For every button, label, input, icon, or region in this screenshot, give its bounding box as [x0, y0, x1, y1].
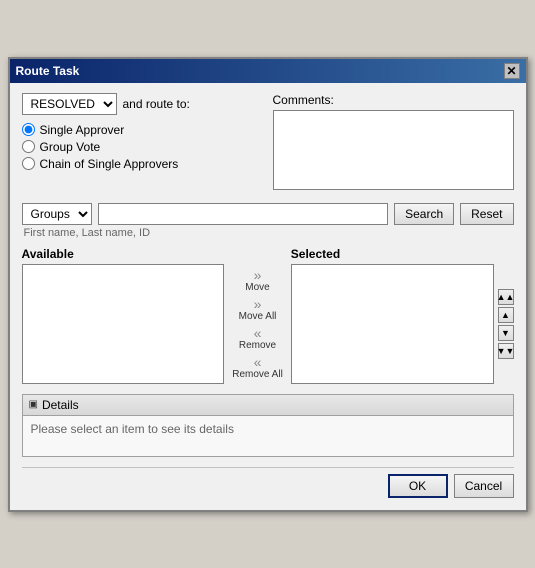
scroll-bottom-button[interactable]: ▼▼: [498, 343, 514, 359]
close-icon: ✕: [506, 64, 516, 78]
search-button[interactable]: Search: [394, 203, 454, 225]
scroll-top-button[interactable]: ▲▲: [498, 289, 514, 305]
list-section: Available » Move » Move All « Remove: [22, 247, 514, 384]
selected-panel: Selected: [291, 247, 494, 384]
move-label: Move: [245, 282, 269, 293]
right-top-panel: Comments:: [273, 93, 514, 193]
radio-group-vote[interactable]: Group Vote: [22, 140, 263, 154]
collapse-icon: ▣: [29, 399, 38, 410]
scroll-down-button[interactable]: ▼: [498, 325, 514, 341]
details-content: Please select an item to see its details: [23, 416, 513, 456]
available-panel: Available: [22, 247, 225, 384]
move-all-icon: »: [254, 297, 262, 311]
status-select[interactable]: RESOLVED OPEN PENDING: [22, 93, 117, 115]
available-label: Available: [22, 247, 225, 261]
radio-single-label: Single Approver: [40, 123, 125, 137]
remove-label: Remove: [239, 340, 276, 351]
comments-textarea[interactable]: [273, 110, 514, 190]
radio-chain[interactable]: Chain of Single Approvers: [22, 157, 263, 171]
selected-label: Selected: [291, 247, 494, 261]
route-row: RESOLVED OPEN PENDING and route to:: [22, 93, 263, 115]
move-icon: »: [254, 268, 262, 282]
dialog-title: Route Task: [16, 64, 80, 78]
move-all-label: Move All: [239, 311, 277, 322]
left-top-panel: RESOLVED OPEN PENDING and route to: Sing…: [22, 93, 263, 193]
search-row: Groups Users Search Reset: [22, 203, 514, 225]
cancel-button[interactable]: Cancel: [454, 474, 514, 498]
title-bar: Route Task ✕: [10, 59, 526, 83]
move-button[interactable]: » Move: [245, 268, 269, 293]
search-input[interactable]: [98, 203, 389, 225]
top-section: RESOLVED OPEN PENDING and route to: Sing…: [22, 93, 514, 193]
search-hint: First name, Last name, ID: [24, 227, 514, 239]
radio-group-label: Group Vote: [40, 140, 101, 154]
search-type-select[interactable]: Groups Users: [22, 203, 92, 225]
reset-button[interactable]: Reset: [460, 203, 513, 225]
details-header[interactable]: ▣ Details: [23, 395, 513, 416]
remove-button[interactable]: « Remove: [239, 326, 276, 351]
dialog-body: RESOLVED OPEN PENDING and route to: Sing…: [10, 83, 526, 510]
available-list[interactable]: [22, 264, 225, 384]
move-buttons-panel: » Move » Move All « Remove « Remove All: [224, 247, 291, 384]
details-section: ▣ Details Please select an item to see i…: [22, 394, 514, 457]
radio-group: Single Approver Group Vote Chain of Sing…: [22, 123, 263, 171]
route-task-dialog: Route Task ✕ RESOLVED OPEN PENDING and r…: [8, 57, 528, 512]
remove-icon: «: [254, 326, 262, 340]
radio-single-approver[interactable]: Single Approver: [22, 123, 263, 137]
close-button[interactable]: ✕: [504, 63, 520, 79]
remove-all-label: Remove All: [232, 369, 283, 380]
details-placeholder: Please select an item to see its details: [31, 422, 234, 436]
remove-all-button[interactable]: « Remove All: [232, 355, 283, 380]
comments-label: Comments:: [273, 93, 514, 107]
bottom-bar: OK Cancel: [22, 467, 514, 500]
right-scroll-panel: ▲▲ ▲ ▼ ▼▼: [494, 247, 514, 384]
selected-list[interactable]: [291, 264, 494, 384]
ok-button[interactable]: OK: [388, 474, 448, 498]
details-header-label: Details: [42, 398, 79, 412]
move-all-button[interactable]: » Move All: [239, 297, 277, 322]
scroll-up-button[interactable]: ▲: [498, 307, 514, 323]
radio-chain-label: Chain of Single Approvers: [40, 157, 179, 171]
route-label: and route to:: [123, 97, 190, 111]
remove-all-icon: «: [254, 355, 262, 369]
